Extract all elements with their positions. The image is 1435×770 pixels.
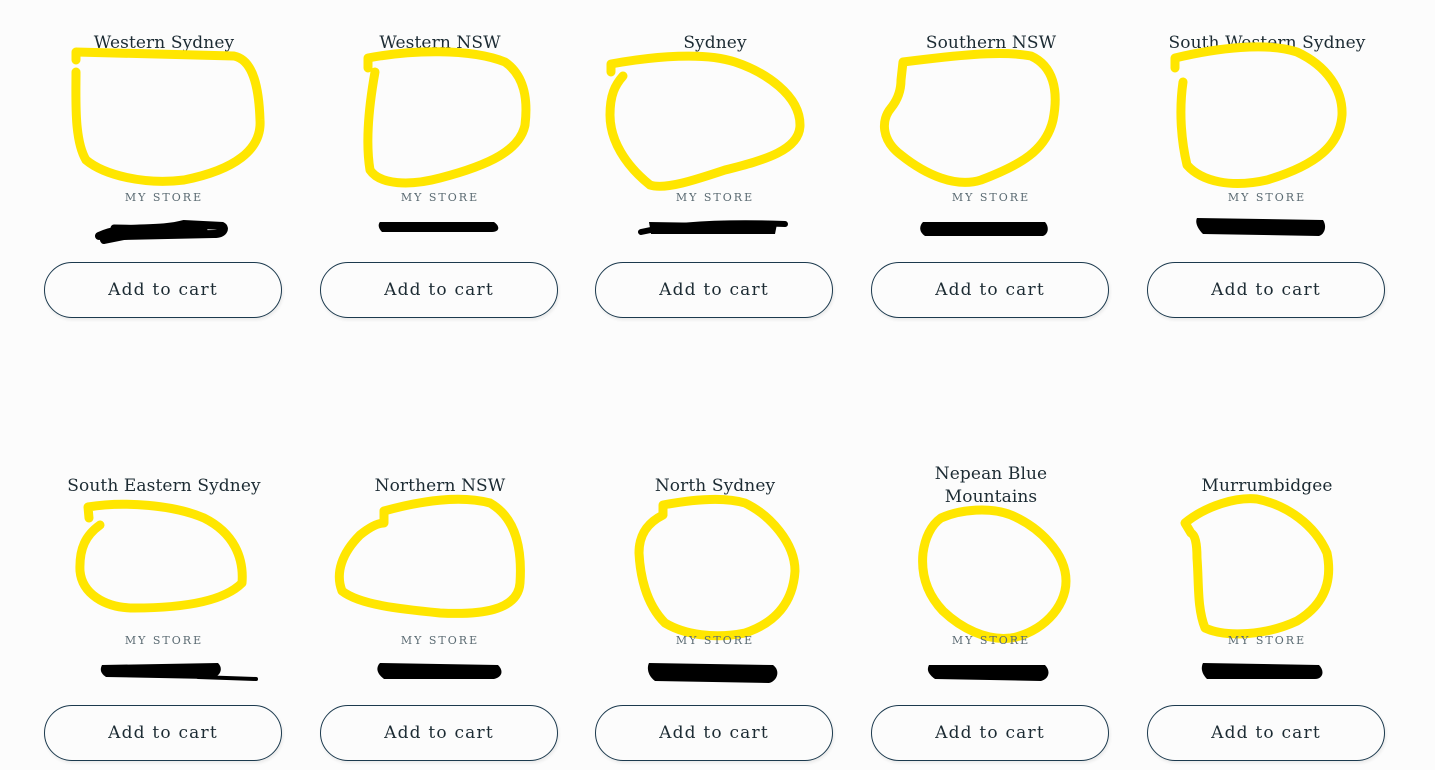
price-redaction xyxy=(95,219,228,244)
product-card[interactable]: South Western Sydney MY STORE Add to car… xyxy=(1147,0,1387,330)
highlight-scribble xyxy=(334,494,525,618)
price-redaction xyxy=(920,222,1048,236)
price-redaction xyxy=(1196,218,1326,236)
product-vendor: MY STORE xyxy=(675,191,755,204)
product-card[interactable]: Sydney MY STORE Add to cart xyxy=(595,0,835,330)
product-card[interactable]: South Eastern Sydney MY STORE Add to car… xyxy=(44,443,284,770)
product-card[interactable]: North Sydney MY STORE Add to cart xyxy=(595,443,835,770)
add-to-cart-button[interactable]: Add to cart xyxy=(1147,262,1385,318)
add-to-cart-button[interactable]: Add to cart xyxy=(595,705,833,761)
product-card[interactable]: Western NSW MY STORE Add to cart xyxy=(320,0,560,330)
product-vendor: MY STORE xyxy=(124,191,204,204)
product-card[interactable]: Murrumbidgee MY STORE Add to cart xyxy=(1147,443,1387,770)
highlight-scribble xyxy=(1170,42,1347,188)
highlight-scribble xyxy=(363,47,531,188)
product-card[interactable]: Northern NSW MY STORE Add to cart xyxy=(320,443,560,770)
price-redaction xyxy=(1201,663,1323,679)
product-card[interactable]: Western Sydney MY STORE Add to cart xyxy=(44,0,284,330)
price-redaction xyxy=(377,663,502,679)
highlight-scribble xyxy=(75,499,247,613)
product-card[interactable]: Nepean Blue Mountains MY STORE Add to ca… xyxy=(871,443,1111,770)
add-to-cart-button[interactable]: Add to cart xyxy=(44,262,282,318)
add-to-cart-button[interactable]: Add to cart xyxy=(1147,705,1385,761)
highlight-scribble xyxy=(879,49,1060,187)
add-to-cart-button[interactable]: Add to cart xyxy=(871,262,1109,318)
product-grid: Western Sydney MY STORE Add to cart West… xyxy=(0,0,1435,770)
highlight-scribble xyxy=(605,51,805,191)
add-to-cart-button[interactable]: Add to cart xyxy=(871,705,1109,761)
product-vendor: MY STORE xyxy=(675,634,755,647)
highlight-scribble xyxy=(71,47,265,186)
price-redaction xyxy=(647,663,778,683)
product-vendor: MY STORE xyxy=(124,634,204,647)
highlight-scribble xyxy=(918,505,1071,643)
highlight-scribble xyxy=(634,494,800,641)
product-vendor: MY STORE xyxy=(400,634,480,647)
price-redaction xyxy=(100,663,258,681)
highlight-scribble xyxy=(1180,494,1334,639)
price-redaction xyxy=(378,222,499,232)
price-redaction xyxy=(638,220,788,235)
product-vendor: MY STORE xyxy=(1227,634,1307,647)
add-to-cart-button[interactable]: Add to cart xyxy=(320,705,558,761)
add-to-cart-button[interactable]: Add to cart xyxy=(320,262,558,318)
product-vendor: MY STORE xyxy=(400,191,480,204)
product-vendor: MY STORE xyxy=(951,634,1031,647)
add-to-cart-button[interactable]: Add to cart xyxy=(595,262,833,318)
product-vendor: MY STORE xyxy=(1227,191,1307,204)
product-card[interactable]: Southern NSW MY STORE Add to cart xyxy=(871,0,1111,330)
price-redaction xyxy=(927,665,1049,681)
product-vendor: MY STORE xyxy=(951,191,1031,204)
add-to-cart-button[interactable]: Add to cart xyxy=(44,705,282,761)
